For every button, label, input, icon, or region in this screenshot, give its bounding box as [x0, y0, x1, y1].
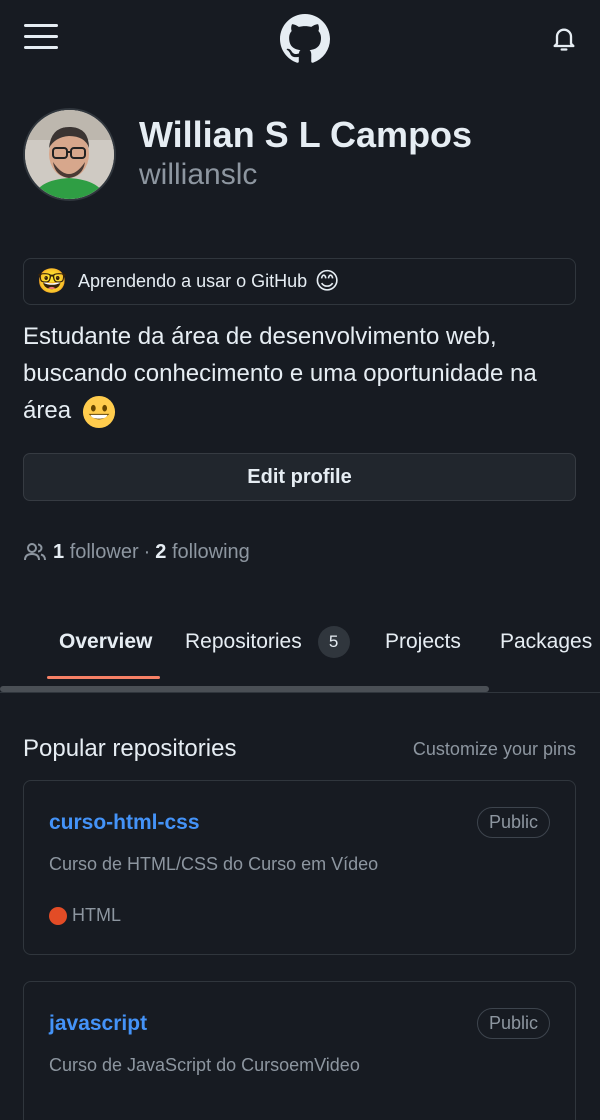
- profile-username: willianslc: [139, 158, 258, 191]
- repo-description: Curso de HTML/CSS do Curso em Vídeo: [49, 854, 379, 874]
- profile-photo: [25, 110, 114, 199]
- github-logo-icon[interactable]: [280, 14, 330, 64]
- profile-status[interactable]: 🤓 Aprendendo a usar o GitHub 😊: [23, 258, 576, 305]
- follow-stats: 1 follower · 2 following: [23, 540, 250, 564]
- hamburger-menu-icon[interactable]: [24, 24, 58, 52]
- language-color-dot: [49, 906, 67, 925]
- people-icon: [24, 543, 46, 561]
- repo-language: HTML: [49, 905, 121, 926]
- tab-overview[interactable]: Overview: [59, 630, 152, 654]
- tab-overview-label: Overview: [59, 630, 153, 653]
- repo-card: javascript Public Curso de JavaScript do…: [23, 981, 576, 1120]
- active-tab-indicator: [47, 676, 160, 679]
- following-link[interactable]: 2 following: [155, 541, 250, 564]
- follow-separator: ·: [143, 540, 151, 563]
- tab-projects-label: Projects: [385, 630, 461, 653]
- visibility-badge: Public: [476, 1008, 550, 1039]
- avatar[interactable]: [23, 108, 116, 201]
- repo-name-link[interactable]: curso-html-css: [49, 811, 200, 835]
- tab-packages-label: Packages: [500, 630, 593, 653]
- repo-description: Curso de JavaScript do CursoemVideo: [49, 1055, 360, 1075]
- profile-tabs: Overview Repositories 5 Projects Package…: [0, 610, 600, 692]
- bell-icon[interactable]: [550, 25, 578, 53]
- popular-repositories-title: Popular repositories: [23, 735, 237, 762]
- status-emoji: 🤓: [37, 267, 67, 295]
- profile-full-name: Willian S L Campos: [139, 114, 473, 155]
- followers-count: 1: [53, 540, 65, 563]
- repo-language-name: HTML: [72, 905, 121, 925]
- edit-profile-button[interactable]: Edit profile: [23, 453, 576, 501]
- followers-link[interactable]: 1 follower: [53, 541, 139, 564]
- repo-card: curso-html-css Public Curso de HTML/CSS …: [23, 780, 576, 955]
- followers-label: follower: [69, 540, 139, 563]
- tab-repositories[interactable]: Repositories 5: [185, 626, 350, 658]
- tab-repositories-label: Repositories: [185, 630, 302, 653]
- following-label: following: [171, 540, 250, 563]
- profile-bio: Estudante da área de desenvolvimento web…: [23, 318, 583, 429]
- visibility-badge: Public: [476, 807, 550, 838]
- repositories-count-badge: 5: [317, 626, 350, 658]
- tab-projects[interactable]: Projects: [385, 630, 461, 654]
- top-navigation-bar: [0, 0, 600, 80]
- status-text: Aprendendo a usar o GitHub: [78, 271, 308, 291]
- tabs-divider: [0, 692, 600, 693]
- tab-packages[interactable]: Packages: [500, 630, 592, 654]
- following-count: 2: [155, 540, 167, 563]
- grinning-face-icon: [82, 395, 115, 428]
- repo-name-link[interactable]: javascript: [49, 1012, 147, 1036]
- status-trailing-emoji: 😊: [314, 267, 340, 295]
- customize-pins-link[interactable]: Customize your pins: [413, 739, 576, 760]
